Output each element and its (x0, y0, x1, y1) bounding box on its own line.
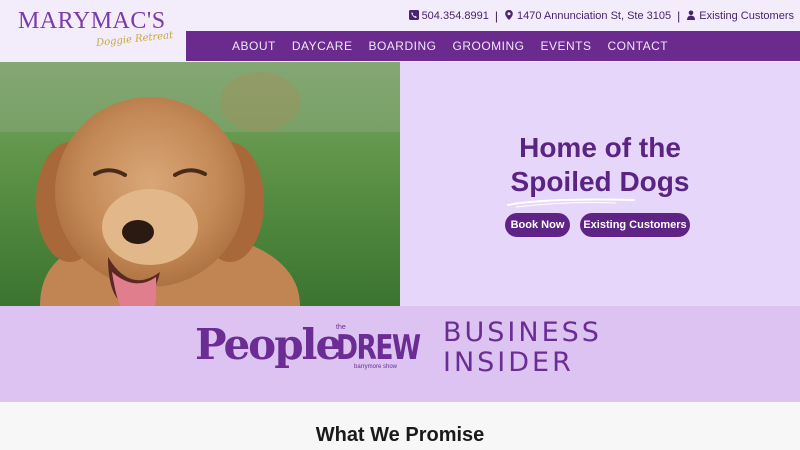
hero-section: Home of the Spoiled Dogs Book Now Existi… (0, 62, 800, 306)
hero-title-line2: Spoiled Dogs (510, 166, 690, 197)
hero-text-panel: Home of the Spoiled Dogs Book Now Existi… (400, 62, 800, 306)
nav-daycare[interactable]: DAYCARE (292, 39, 353, 53)
phone-icon (408, 9, 419, 23)
nav-contact[interactable]: CONTACT (608, 39, 669, 53)
hero-title-line1: Home of the (519, 132, 681, 163)
nav-boarding[interactable]: BOARDING (368, 39, 436, 53)
nav-about[interactable]: ABOUT (232, 39, 276, 53)
underline-swash (507, 198, 635, 208)
existing-customers-label: Existing Customers (699, 10, 794, 22)
phone-number: 504.354.8991 (421, 10, 489, 22)
separator: | (494, 9, 498, 23)
book-now-button[interactable]: Book Now (505, 213, 570, 237)
address-link[interactable]: 1470 Annunciation St, Ste 3105 (504, 9, 672, 23)
main-nav: ABOUT DAYCARE BOARDING GROOMING EVENTS C… (186, 31, 800, 61)
user-icon (686, 10, 696, 23)
separator: | (677, 9, 681, 23)
existing-customers-link[interactable]: Existing Customers (686, 10, 794, 23)
drew-logo-sub: barrymore show (354, 364, 398, 370)
people-logo: People (195, 320, 342, 369)
bi-line2: INSIDER (443, 347, 574, 378)
puppy-photo (0, 62, 400, 306)
site-header: MARYMAC'S Doggie Retreat 504.354.8991 | … (0, 0, 800, 62)
top-contact-bar: 504.354.8991 | 1470 Annunciation St, Ste… (408, 8, 794, 24)
logo-wordmark: MARYMAC'S (18, 8, 166, 34)
nav-grooming[interactable]: GROOMING (452, 39, 524, 53)
drew-barrymore-show-logo: the DREW barrymore show (336, 324, 421, 372)
address-text: 1470 Annunciation St, Ste 3105 (516, 10, 672, 22)
section-title: What We Promise (315, 424, 485, 446)
drew-logo-main: DREW (336, 328, 421, 368)
nav-events[interactable]: EVENTS (540, 39, 591, 53)
business-insider-logo: BUSINESS INSIDER (443, 318, 602, 378)
existing-customers-button[interactable]: Existing Customers (580, 213, 690, 237)
site-logo[interactable]: MARYMAC'S Doggie Retreat (18, 6, 178, 56)
phone-link[interactable]: 504.354.8991 (408, 9, 489, 23)
press-logos: People the DREW barrymore show BUSINESS … (0, 306, 800, 402)
map-pin-icon (504, 9, 514, 23)
promise-section: What We Promise (0, 402, 800, 450)
bi-line1: BUSINESS (443, 317, 602, 348)
